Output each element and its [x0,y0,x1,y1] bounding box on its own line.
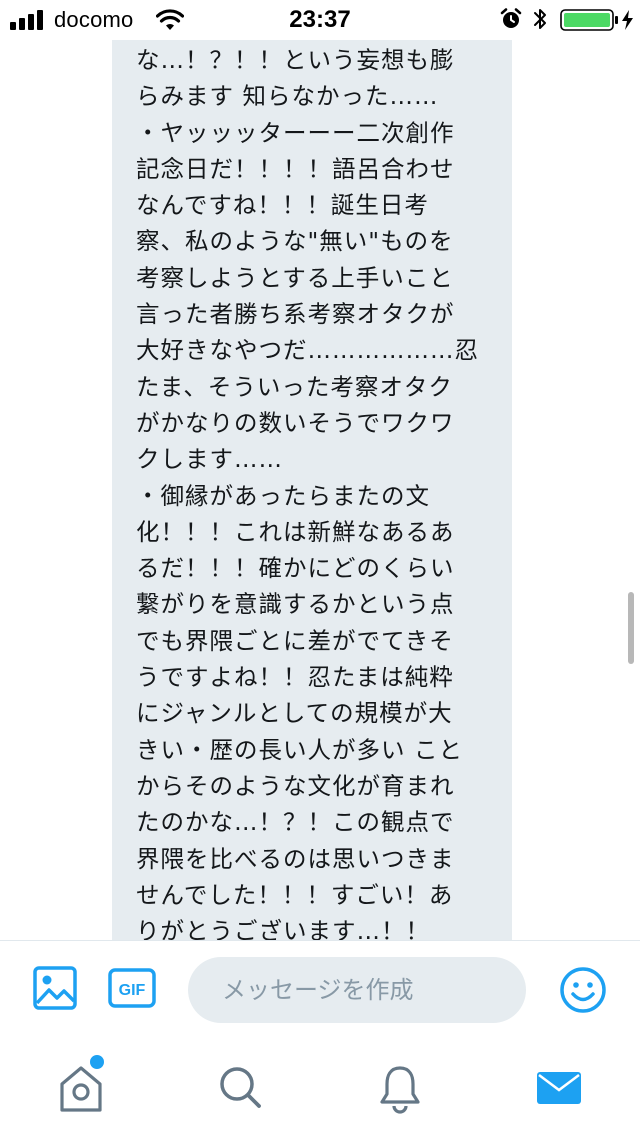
bell-icon[interactable] [375,1060,425,1116]
emoji-icon[interactable] [558,965,608,1015]
message-line: せんでした！！！すごい！あ [136,880,454,909]
dm-conversation-screen: docomo 23:37 な…！？！！という妄想も膨 らみます 知らなかった…… ・… [0,0,640,1136]
gif-button[interactable]: GIF [108,968,156,1008]
battery-icon [560,9,633,31]
message-line: たのかな…！？！この観点で [136,808,455,837]
message-line: 界隈を比べるのは思いつきま [136,844,455,873]
message-line: 化！！！これは新鮮なあるあ [136,517,455,546]
message-line: 察、私のような"無い"ものを [136,227,454,256]
gif-icon: GIF [108,968,156,1008]
message-line: 記念日だ！！！！語呂合わせ [136,154,455,183]
message-line: らみます 知らなかった…… [136,82,439,111]
image-icon[interactable] [32,965,78,1011]
message-line: たま、そういった考察オタク [136,372,453,401]
envelope-icon[interactable] [534,1060,584,1116]
home-notification-dot [88,1053,106,1071]
message-line: でも界隈ごとに差がでてきそ [136,626,454,655]
message-line: クします…… [136,445,283,474]
message-line: うですよね！！忍たまは純粋 [136,663,454,692]
message-line: ・ヤッッッターーー二次創作 [136,118,455,147]
message-input[interactable] [188,957,526,1023]
message-line: 言った者勝ち系考察オタクが [136,300,455,329]
message-text: な…！？！！という妄想も膨 らみます 知らなかった…… ・ヤッッッターーー二次創作記… [136,42,488,949]
message-line: るだ！！！確かにどのくらい [136,554,455,583]
message-line: なんですね！！！誕生日考 [136,191,429,220]
message-line: 繋がりを意識するかという点 [136,590,455,619]
message-line: きい・歴の長い人が多い こと [136,735,463,764]
message-line: からそのような文化が育まれ [136,771,455,800]
message-line: ・御縁があったらまたの文 [136,481,430,510]
message-line: がかなりの数いそうでワクワ [136,408,455,437]
search-icon[interactable] [215,1060,265,1116]
message-line: にジャンルとしての規模が大 [136,699,453,728]
scroll-indicator[interactable] [628,592,634,664]
message-composer: GIF [0,940,640,1040]
alarm-icon [500,8,522,28]
status-bar: docomo 23:37 [0,0,640,40]
message-line: 考察しようとする上手いこと [136,263,454,292]
message-line: な…！？！！という妄想も膨 [136,46,455,74]
message-line: 大好きなやつだ………………忍 [136,336,479,365]
gif-label: GIF [119,982,146,999]
bluetooth-icon [534,9,546,29]
